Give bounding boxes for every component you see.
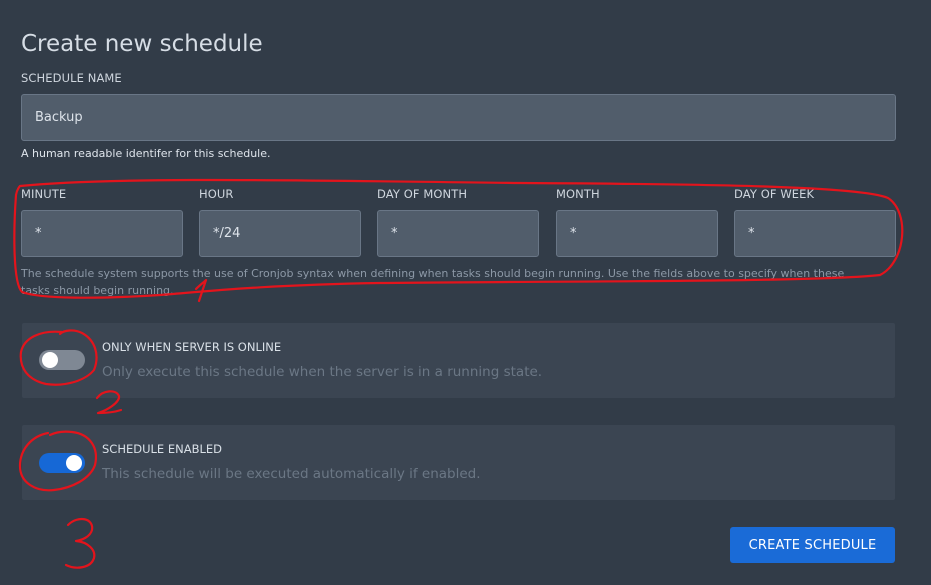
day-of-week-label: DAY OF WEEK — [734, 187, 815, 201]
hour-label: HOUR — [199, 187, 234, 201]
minute-label: MINUTE — [21, 187, 67, 201]
cron-help-line-2: tasks should begin running. — [21, 284, 174, 297]
minute-input[interactable] — [21, 210, 183, 257]
schedule-enabled-card — [22, 425, 895, 500]
month-input[interactable] — [556, 210, 718, 257]
only-online-description: Only execute this schedule when the serv… — [102, 364, 543, 380]
schedule-name-help: A human readable identifer for this sche… — [21, 147, 271, 160]
hour-input[interactable] — [199, 210, 361, 257]
schedule-name-label: SCHEDULE NAME — [21, 71, 122, 85]
create-schedule-button[interactable]: CREATE SCHEDULE — [730, 527, 895, 563]
toggle-knob — [42, 352, 58, 368]
annotation-number-3 — [64, 517, 96, 569]
schedule-enabled-title: SCHEDULE ENABLED — [102, 442, 222, 456]
schedule-enabled-toggle[interactable] — [39, 453, 85, 473]
toggle-knob — [66, 455, 82, 471]
only-online-title: ONLY WHEN SERVER IS ONLINE — [102, 340, 282, 354]
page-title: Create new schedule — [21, 31, 263, 58]
annotation-number-1 — [194, 278, 208, 303]
schedule-enabled-description: This schedule will be executed automatic… — [102, 466, 481, 482]
day-of-week-input[interactable] — [734, 210, 896, 257]
day-of-month-label: DAY OF MONTH — [377, 187, 468, 201]
month-label: MONTH — [556, 187, 600, 201]
cron-help-line-1: The schedule system supports the use of … — [21, 267, 845, 280]
only-online-card — [22, 323, 895, 398]
only-online-toggle[interactable] — [39, 350, 85, 370]
day-of-month-input[interactable] — [377, 210, 539, 257]
schedule-name-input[interactable] — [21, 94, 896, 141]
